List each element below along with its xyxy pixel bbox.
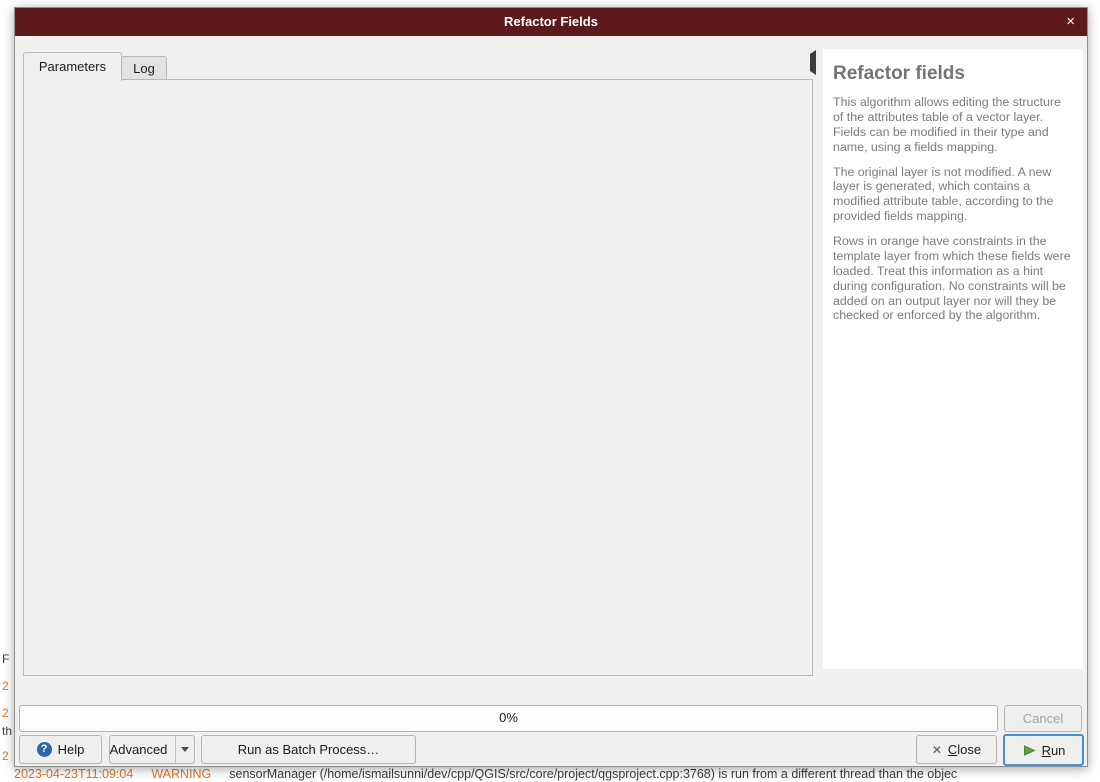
help-title: Refactor fields — [833, 63, 1073, 85]
log-level: WARNING — [151, 767, 211, 781]
cancel-button: Cancel — [1004, 705, 1082, 732]
bg-log-fragment: 2 — [2, 706, 9, 720]
algorithm-help-panel: Refactor fields This algorithm allows ed… — [823, 49, 1083, 669]
log-timestamp: 2023-04-23T11:09:04 — [14, 767, 133, 781]
help-button-label: Help — [58, 742, 85, 757]
bg-log-fragment: 2 — [2, 749, 9, 763]
panel-scroll-left-icon[interactable] — [810, 54, 816, 72]
advanced-button[interactable]: Advanced — [109, 735, 195, 764]
help-icon: ? — [37, 742, 52, 757]
close-icon[interactable]: × — [1066, 8, 1075, 36]
run-button-label: Run — [1042, 743, 1066, 758]
run-button[interactable]: Run — [1003, 734, 1084, 766]
close-button[interactable]: ✕ Close — [916, 735, 997, 764]
bg-log-fragment: th — [2, 724, 12, 738]
help-paragraph: Rows in orange have constraints in the t… — [833, 234, 1073, 323]
tab-log[interactable]: Log — [121, 56, 167, 81]
bg-log-fragment: F — [2, 652, 9, 666]
close-button-label: Close — [948, 742, 981, 757]
run-icon — [1022, 743, 1037, 758]
close-x-icon: ✕ — [932, 743, 942, 757]
chevron-down-icon[interactable] — [175, 736, 194, 763]
parameters-panel-frame — [23, 79, 813, 676]
help-paragraph: The original layer is not modified. A ne… — [833, 165, 1073, 225]
dialog-title: Refactor Fields — [15, 8, 1087, 36]
help-button[interactable]: ? Help — [19, 735, 102, 764]
background-log-line: 2023-04-23T11:09:04 WARNING sensorManager … — [14, 767, 1100, 781]
log-message: sensorManager (/home/ismailsunni/dev/cpp… — [229, 767, 957, 781]
tab-parameters[interactable]: Parameters — [23, 52, 122, 81]
help-paragraph: This algorithm allows editing the struct… — [833, 95, 1073, 155]
run-as-batch-button[interactable]: Run as Batch Process… — [201, 735, 416, 764]
advanced-button-label: Advanced — [110, 742, 168, 757]
refactor-fields-dialog: Refactor Fields × Parameters Log Input l… — [14, 7, 1088, 767]
bg-log-fragment: 2 — [2, 679, 9, 693]
progress-bar: 0% — [19, 705, 998, 732]
dialog-titlebar[interactable]: Refactor Fields × — [15, 8, 1087, 36]
